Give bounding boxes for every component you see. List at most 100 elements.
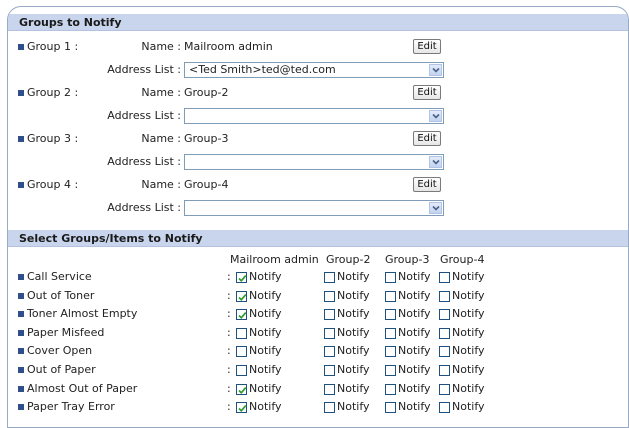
item-bullet-icon bbox=[18, 348, 24, 354]
group-name-label: Name : bbox=[141, 132, 181, 145]
notify-checkbox[interactable] bbox=[385, 365, 396, 376]
address-list-label: Address List : bbox=[107, 155, 181, 168]
notify-checkbox-checked[interactable] bbox=[236, 291, 247, 302]
column-header: Group-4 bbox=[440, 253, 485, 266]
column-header: Group-2 bbox=[326, 253, 371, 266]
group-name-value: Group-4 bbox=[184, 178, 229, 191]
chevron-down-icon[interactable] bbox=[429, 110, 442, 122]
notify-label: Notify bbox=[249, 326, 282, 339]
notify-checkbox[interactable] bbox=[439, 291, 450, 302]
chevron-down-icon[interactable] bbox=[429, 64, 442, 76]
notify-checkbox[interactable] bbox=[439, 346, 450, 357]
notify-label: Notify bbox=[337, 400, 370, 413]
notify-checkbox-checked[interactable] bbox=[236, 272, 247, 283]
notify-checkbox[interactable] bbox=[324, 384, 335, 395]
chevron-down-icon[interactable] bbox=[429, 202, 442, 214]
notify-label: Notify bbox=[452, 382, 485, 395]
notify-label: Notify bbox=[452, 270, 485, 283]
notify-label: Notify bbox=[452, 400, 485, 413]
address-list-select[interactable] bbox=[184, 200, 444, 216]
item-bullet-icon bbox=[18, 293, 24, 299]
item-colon: : bbox=[227, 400, 231, 413]
chevron-down-icon[interactable] bbox=[429, 156, 442, 168]
notify-checkbox-checked[interactable] bbox=[236, 402, 247, 413]
address-list-select[interactable] bbox=[184, 108, 444, 124]
notify-checkbox[interactable] bbox=[324, 272, 335, 283]
item-bullet-icon bbox=[18, 311, 24, 317]
groups-to-notify-header: Groups to Notify bbox=[8, 14, 628, 31]
item-bullet-icon bbox=[18, 404, 24, 410]
notify-label: Notify bbox=[249, 289, 282, 302]
address-list-select[interactable]: <Ted Smith>ted@ted.com bbox=[184, 62, 444, 78]
notify-checkbox[interactable] bbox=[324, 328, 335, 339]
group-bullet-icon bbox=[18, 44, 24, 50]
item-bullet-icon bbox=[18, 274, 24, 280]
notify-label: Notify bbox=[337, 270, 370, 283]
notify-label: Notify bbox=[337, 307, 370, 320]
group-label: Group 4 : bbox=[27, 178, 79, 191]
notify-checkbox[interactable] bbox=[236, 365, 247, 376]
notify-label: Notify bbox=[452, 289, 485, 302]
item-colon: : bbox=[227, 270, 231, 283]
notify-checkbox[interactable] bbox=[439, 328, 450, 339]
item-colon: : bbox=[227, 326, 231, 339]
edit-group-button[interactable]: Edit bbox=[413, 85, 441, 100]
notify-checkbox[interactable] bbox=[324, 402, 335, 413]
address-list-label: Address List : bbox=[107, 63, 181, 76]
notify-checkbox[interactable] bbox=[385, 328, 396, 339]
notify-checkbox[interactable] bbox=[439, 402, 450, 413]
notify-checkbox[interactable] bbox=[324, 309, 335, 320]
edit-group-button[interactable]: Edit bbox=[413, 131, 441, 146]
notify-label: Notify bbox=[452, 344, 485, 357]
edit-group-button[interactable]: Edit bbox=[413, 177, 441, 192]
notify-item-label: Cover Open bbox=[27, 344, 93, 357]
select-groups-items-header: Select Groups/Items to Notify bbox=[8, 230, 628, 247]
notify-checkbox[interactable] bbox=[439, 384, 450, 395]
group-label: Group 3 : bbox=[27, 132, 79, 145]
group-label: Group 1 : bbox=[27, 40, 79, 53]
checkmark-icon bbox=[238, 294, 247, 302]
address-list-label: Address List : bbox=[107, 201, 181, 214]
notify-checkbox[interactable] bbox=[439, 309, 450, 320]
notify-item-label: Almost Out of Paper bbox=[27, 382, 138, 395]
notify-item-label: Out of Paper bbox=[27, 363, 96, 376]
notify-label: Notify bbox=[249, 344, 282, 357]
notify-checkbox[interactable] bbox=[236, 328, 247, 339]
item-colon: : bbox=[227, 363, 231, 376]
notify-label: Notify bbox=[337, 344, 370, 357]
notify-label: Notify bbox=[452, 307, 485, 320]
group-name-value: Group-3 bbox=[184, 132, 229, 145]
group-bullet-icon bbox=[18, 182, 24, 188]
notify-label: Notify bbox=[452, 326, 485, 339]
notify-checkbox[interactable] bbox=[324, 346, 335, 357]
notify-checkbox[interactable] bbox=[324, 291, 335, 302]
notify-label: Notify bbox=[249, 270, 282, 283]
edit-group-button[interactable]: Edit bbox=[413, 39, 441, 54]
notify-label: Notify bbox=[398, 363, 431, 376]
item-bullet-icon bbox=[18, 386, 24, 392]
notify-label: Notify bbox=[337, 326, 370, 339]
notify-checkbox[interactable] bbox=[385, 309, 396, 320]
notify-checkbox[interactable] bbox=[385, 346, 396, 357]
address-list-select[interactable] bbox=[184, 154, 444, 170]
notify-checkbox-checked[interactable] bbox=[236, 309, 247, 320]
notify-checkbox[interactable] bbox=[385, 384, 396, 395]
notify-checkbox[interactable] bbox=[385, 402, 396, 413]
notify-checkbox[interactable] bbox=[385, 291, 396, 302]
checkmark-icon bbox=[238, 405, 247, 413]
notify-checkbox[interactable] bbox=[439, 365, 450, 376]
notify-checkbox[interactable] bbox=[439, 272, 450, 283]
notify-checkbox[interactable] bbox=[385, 272, 396, 283]
checkmark-icon bbox=[238, 387, 247, 395]
notify-checkbox[interactable] bbox=[236, 346, 247, 357]
notify-label: Notify bbox=[249, 307, 282, 320]
item-colon: : bbox=[227, 307, 231, 320]
notify-label: Notify bbox=[452, 363, 485, 376]
group-name-value: Group-2 bbox=[184, 86, 229, 99]
notify-label: Notify bbox=[398, 307, 431, 320]
notify-checkbox[interactable] bbox=[324, 365, 335, 376]
notify-label: Notify bbox=[249, 363, 282, 376]
address-list-label: Address List : bbox=[107, 109, 181, 122]
item-bullet-icon bbox=[18, 367, 24, 373]
notify-checkbox-checked[interactable] bbox=[236, 384, 247, 395]
